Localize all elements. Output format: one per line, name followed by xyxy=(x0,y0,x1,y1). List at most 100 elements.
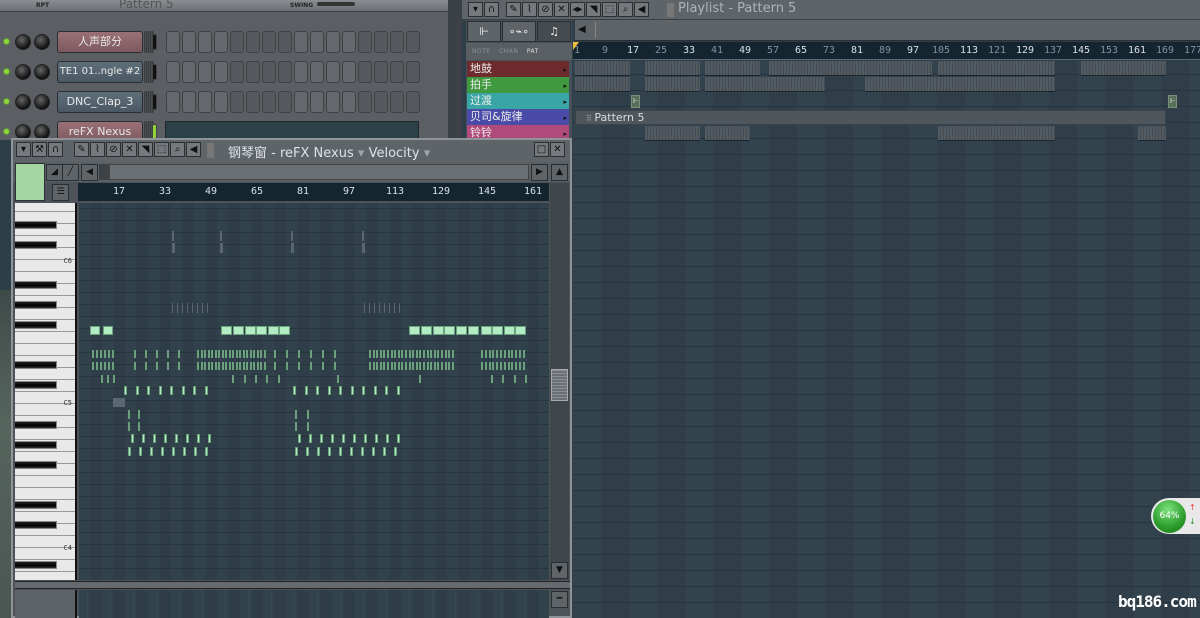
step-button[interactable] xyxy=(342,31,356,53)
filter-pat[interactable]: PAT xyxy=(527,48,539,55)
black-key[interactable] xyxy=(15,521,57,529)
note[interactable] xyxy=(104,362,106,370)
note[interactable] xyxy=(387,362,389,370)
note[interactable] xyxy=(218,350,220,358)
note[interactable] xyxy=(295,422,297,431)
note[interactable] xyxy=(376,350,379,358)
note[interactable] xyxy=(492,350,495,358)
playlist-title[interactable]: Playlist - Pattern 5 xyxy=(678,1,796,16)
note[interactable] xyxy=(197,303,198,313)
note[interactable] xyxy=(397,350,400,358)
step-button[interactable] xyxy=(326,61,340,83)
note[interactable] xyxy=(376,362,379,370)
step-button[interactable] xyxy=(326,31,340,53)
note[interactable] xyxy=(507,362,510,370)
note[interactable] xyxy=(339,386,342,395)
pan-knob[interactable] xyxy=(15,34,31,50)
note[interactable] xyxy=(496,350,499,358)
note[interactable] xyxy=(245,326,256,335)
note[interactable] xyxy=(409,326,420,335)
note[interactable] xyxy=(387,350,389,358)
filter-note[interactable]: NOTE xyxy=(472,48,491,55)
volume-knob[interactable] xyxy=(34,94,50,110)
black-key[interactable] xyxy=(15,441,57,449)
note[interactable] xyxy=(456,326,467,335)
velocity-editor[interactable] xyxy=(79,590,549,618)
transition-marker[interactable]: ⊩ xyxy=(631,95,640,108)
note[interactable] xyxy=(128,410,130,419)
channel-led[interactable] xyxy=(4,39,9,44)
scroll-track[interactable] xyxy=(595,22,1200,38)
pattern-clip[interactable] xyxy=(705,61,760,76)
note[interactable] xyxy=(139,447,142,456)
pan-knob[interactable] xyxy=(15,94,31,110)
pan-knob[interactable] xyxy=(15,64,31,80)
note[interactable] xyxy=(211,362,213,370)
brush-icon[interactable]: ⌇ xyxy=(90,142,105,157)
note[interactable] xyxy=(322,362,324,370)
note[interactable] xyxy=(383,350,386,358)
note[interactable] xyxy=(239,362,241,370)
note[interactable] xyxy=(515,362,518,370)
note[interactable] xyxy=(147,386,150,395)
note[interactable] xyxy=(232,350,234,358)
note[interactable] xyxy=(249,362,252,370)
note[interactable] xyxy=(364,303,365,313)
track-header[interactable]: 过渡 ▸ xyxy=(467,93,569,109)
step-button[interactable] xyxy=(246,31,260,53)
note[interactable] xyxy=(225,350,227,358)
note[interactable] xyxy=(372,447,375,456)
note[interactable] xyxy=(433,362,436,370)
note[interactable] xyxy=(92,362,94,370)
step-button[interactable] xyxy=(182,91,196,113)
note[interactable] xyxy=(204,362,206,370)
note[interactable] xyxy=(293,386,296,395)
note[interactable] xyxy=(488,350,491,358)
note[interactable] xyxy=(481,326,492,335)
note[interactable] xyxy=(145,362,147,370)
note[interactable] xyxy=(225,362,227,370)
note[interactable] xyxy=(253,362,255,370)
note[interactable] xyxy=(327,386,331,395)
note[interactable] xyxy=(142,434,145,443)
pattern-clip[interactable] xyxy=(938,61,1055,76)
step-button[interactable] xyxy=(166,61,180,83)
note[interactable] xyxy=(390,350,393,358)
note[interactable] xyxy=(525,375,527,383)
note[interactable] xyxy=(235,350,238,358)
target-selector[interactable]: Velocity xyxy=(369,146,420,161)
note[interactable] xyxy=(405,362,407,370)
step-button[interactable] xyxy=(198,31,212,53)
black-key[interactable] xyxy=(15,221,57,229)
note[interactable] xyxy=(389,303,390,313)
vscroll-thumb[interactable] xyxy=(551,369,568,401)
note[interactable] xyxy=(500,350,502,358)
note[interactable] xyxy=(390,362,393,370)
track-menu-icon[interactable]: ▸ xyxy=(563,110,567,126)
black-key[interactable] xyxy=(15,241,57,249)
note[interactable] xyxy=(158,386,162,395)
note[interactable] xyxy=(228,350,231,358)
note[interactable] xyxy=(306,447,309,456)
note[interactable] xyxy=(183,447,186,456)
note[interactable] xyxy=(307,410,309,419)
note[interactable] xyxy=(124,386,127,395)
step-button[interactable] xyxy=(358,31,372,53)
step-button[interactable] xyxy=(358,61,372,83)
menu-arrow-icon[interactable]: ▾ xyxy=(16,142,31,157)
note[interactable] xyxy=(401,362,404,370)
channel-name-button[interactable]: TE1 01..ngle #2 xyxy=(57,61,143,83)
black-key[interactable] xyxy=(15,321,57,329)
note[interactable] xyxy=(373,386,377,395)
slide-icon[interactable]: ◢ xyxy=(46,164,63,181)
black-key[interactable] xyxy=(15,381,57,389)
note[interactable] xyxy=(112,362,114,370)
note[interactable] xyxy=(384,303,385,313)
pattern-clip[interactable] xyxy=(1081,61,1166,76)
swing-slider[interactable] xyxy=(317,2,355,6)
note[interactable] xyxy=(291,231,293,241)
note[interactable] xyxy=(423,362,425,370)
note[interactable] xyxy=(374,303,375,313)
pattern-clip[interactable] xyxy=(575,77,630,92)
note[interactable] xyxy=(441,362,443,370)
